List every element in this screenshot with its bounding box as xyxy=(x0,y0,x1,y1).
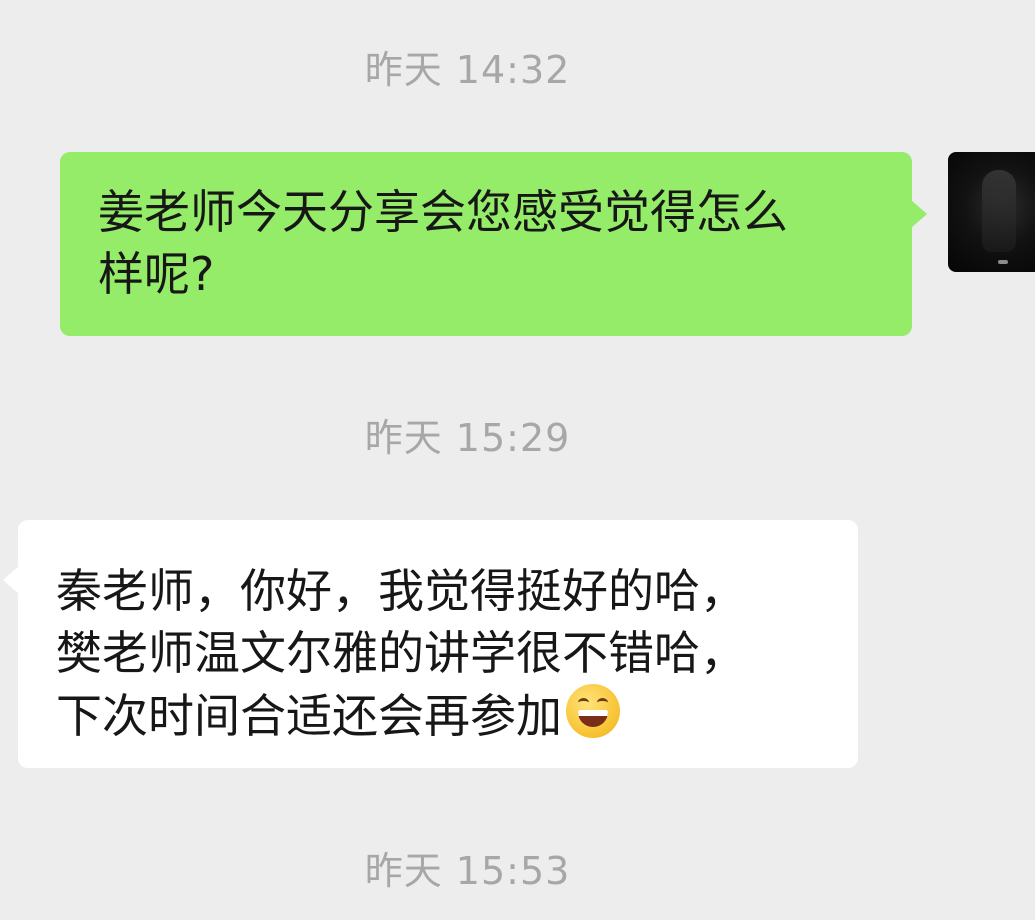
sent-message-bubble[interactable]: 姜老师今天分享会您感受觉得怎么 样呢? xyxy=(60,152,927,336)
timestamp: 昨天 15:29 xyxy=(364,416,571,460)
message-text-line: 姜老师今天分享会您感受觉得怎么 xyxy=(98,185,788,239)
emoji-left-eye xyxy=(578,698,589,707)
message-text-line: 秦老师，你好，我觉得挺好的哈， xyxy=(56,564,746,618)
message-text-line-with-emoji: 下次时间合适还会再参加 xyxy=(56,684,838,747)
avatar-highlight xyxy=(998,260,1008,264)
message-text-line: 样呢? xyxy=(98,247,215,301)
emoji-teeth xyxy=(578,710,608,716)
timestamp: 昨天 15:53 xyxy=(364,849,571,893)
avatar-figure xyxy=(982,170,1016,252)
message-text-line: 下次时间合适还会再参加 xyxy=(56,689,562,743)
emoji-mouth xyxy=(578,710,608,727)
received-message-bubble[interactable]: 秦老师，你好，我觉得挺好的哈， 樊老师温文尔雅的讲学很不错哈， 下次时间合适还会… xyxy=(3,520,858,768)
message-text-line: 樊老师温文尔雅的讲学很不错哈， xyxy=(56,626,746,680)
grinning-face-emoji-icon xyxy=(566,684,620,738)
avatar[interactable] xyxy=(948,152,1035,272)
emoji-right-eye xyxy=(597,698,608,707)
timestamp: 昨天 14:32 xyxy=(364,48,571,92)
